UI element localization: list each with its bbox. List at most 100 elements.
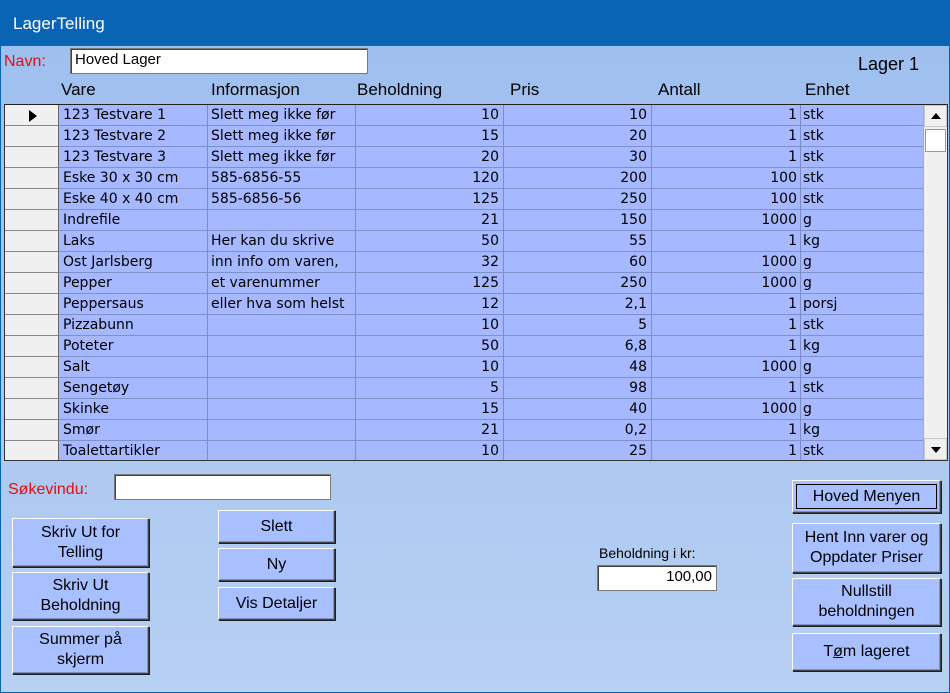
cell-informasjon[interactable]	[208, 378, 356, 399]
cell-beholdning[interactable]: 125	[356, 273, 504, 294]
cell-beholdning[interactable]: 21	[356, 420, 504, 441]
cell-vare[interactable]: Skinke	[60, 399, 208, 420]
cell-antall[interactable]: 1	[652, 420, 801, 441]
cell-pris[interactable]: 98	[504, 378, 652, 399]
cell-enhet[interactable]: stk	[801, 168, 923, 189]
cell-beholdning[interactable]: 5	[356, 378, 504, 399]
table-row[interactable]: 123 Testvare 2 Slett meg ikke før 15 20 1 stk	[5, 126, 923, 147]
sum-on-screen-button[interactable]: Summer på skjerm	[12, 626, 149, 674]
cell-enhet[interactable]: g	[801, 399, 923, 420]
table-row[interactable]: Sengetøy 5 98 1 stk	[5, 378, 923, 399]
show-details-button[interactable]: Vis Detaljer	[218, 587, 335, 620]
row-selector[interactable]	[5, 336, 59, 357]
cell-informasjon[interactable]: Slett meg ikke før	[208, 126, 356, 147]
table-row[interactable]: Skinke 15 40 1000 g	[5, 399, 923, 420]
scroll-down-button[interactable]	[924, 438, 947, 460]
cell-enhet[interactable]: porsj	[801, 294, 923, 315]
cell-beholdning[interactable]: 21	[356, 210, 504, 231]
row-selector[interactable]	[5, 399, 59, 420]
cell-antall[interactable]: 1	[652, 294, 801, 315]
table-row[interactable]: Peppersaus eller hva som helst 12 2,1 1 porsj	[5, 294, 923, 315]
cell-antall[interactable]: 1	[652, 147, 801, 168]
row-selector[interactable]	[5, 420, 59, 441]
cell-enhet[interactable]: stk	[801, 189, 923, 210]
cell-beholdning[interactable]: 50	[356, 336, 504, 357]
new-button[interactable]: Ny	[218, 548, 335, 581]
cell-vare[interactable]: 123 Testvare 1	[60, 105, 208, 126]
cell-vare[interactable]: 123 Testvare 3	[60, 147, 208, 168]
table-row[interactable]: Salt 10 48 1000 g	[5, 357, 923, 378]
cell-informasjon[interactable]	[208, 420, 356, 441]
cell-vare[interactable]: Sengetøy	[60, 378, 208, 399]
cell-vare[interactable]: Pizzabunn	[60, 315, 208, 336]
row-selector[interactable]	[5, 252, 59, 273]
cell-enhet[interactable]: stk	[801, 315, 923, 336]
cell-antall[interactable]: 1	[652, 441, 801, 460]
cell-antall[interactable]: 1	[652, 105, 801, 126]
cell-pris[interactable]: 10	[504, 105, 652, 126]
cell-beholdning[interactable]: 10	[356, 441, 504, 460]
table-row[interactable]: Laks Her kan du skrive 50 55 1 kg	[5, 231, 923, 252]
cell-vare[interactable]: Eske 40 x 40 cm	[60, 189, 208, 210]
row-selector[interactable]	[5, 273, 59, 294]
print-for-count-button[interactable]: Skriv Ut for Telling	[12, 518, 149, 567]
cell-beholdning[interactable]: 15	[356, 126, 504, 147]
cell-pris[interactable]: 60	[504, 252, 652, 273]
cell-beholdning[interactable]: 20	[356, 147, 504, 168]
cell-pris[interactable]: 25	[504, 441, 652, 460]
cell-informasjon[interactable]: 585-6856-56	[208, 189, 356, 210]
cell-pris[interactable]: 40	[504, 399, 652, 420]
cell-pris[interactable]: 48	[504, 357, 652, 378]
cell-vare[interactable]: Smør	[60, 420, 208, 441]
cell-enhet[interactable]: stk	[801, 147, 923, 168]
row-selector[interactable]	[5, 378, 59, 399]
cell-informasjon[interactable]	[208, 210, 356, 231]
table-row[interactable]: Indrefile 21 150 1000 g	[5, 210, 923, 231]
print-stock-button[interactable]: Skriv Ut Beholdning	[12, 572, 149, 620]
reset-stock-button[interactable]: Nullstill beholdningen	[792, 578, 941, 626]
cell-beholdning[interactable]: 120	[356, 168, 504, 189]
table-row[interactable]: 123 Testvare 1 Slett meg ikke før 10 10 1 stk	[5, 105, 923, 126]
cell-vare[interactable]: Indrefile	[60, 210, 208, 231]
name-field[interactable]: Hoved Lager	[70, 48, 368, 74]
cell-vare[interactable]: Ost Jarlsberg	[60, 252, 208, 273]
table-row[interactable]: Eske 40 x 40 cm 585-6856-56 125 250 100 stk	[5, 189, 923, 210]
row-selector[interactable]	[5, 147, 59, 168]
table-row[interactable]: Ost Jarlsberg inn info om varen, 32 60 1000 g	[5, 252, 923, 273]
cell-antall[interactable]: 1	[652, 378, 801, 399]
cell-vare[interactable]: Pepper	[60, 273, 208, 294]
inventory-grid[interactable]: 123 Testvare 1 Slett meg ikke før 10 10 1 stk…	[4, 104, 948, 461]
cell-enhet[interactable]: kg	[801, 336, 923, 357]
cell-antall[interactable]: 1000	[652, 399, 801, 420]
cell-enhet[interactable]: g	[801, 357, 923, 378]
cell-vare[interactable]: Laks	[60, 231, 208, 252]
cell-enhet[interactable]: kg	[801, 420, 923, 441]
main-menu-button[interactable]: Hoved Menyen	[792, 480, 941, 513]
cell-pris[interactable]: 55	[504, 231, 652, 252]
cell-enhet[interactable]: stk	[801, 105, 923, 126]
cell-beholdning[interactable]: 10	[356, 105, 504, 126]
table-row[interactable]: Poteter 50 6,8 1 kg	[5, 336, 923, 357]
table-row[interactable]: Smør 21 0,2 1 kg	[5, 420, 923, 441]
cell-vare[interactable]: Eske 30 x 30 cm	[60, 168, 208, 189]
cell-antall[interactable]: 1000	[652, 252, 801, 273]
cell-antall[interactable]: 1	[652, 315, 801, 336]
cell-pris[interactable]: 250	[504, 273, 652, 294]
cell-antall[interactable]: 1000	[652, 273, 801, 294]
cell-informasjon[interactable]	[208, 336, 356, 357]
cell-vare[interactable]: Toalettartikler	[60, 441, 208, 460]
cell-beholdning[interactable]: 32	[356, 252, 504, 273]
cell-informasjon[interactable]: inn info om varen,	[208, 252, 356, 273]
cell-enhet[interactable]: g	[801, 252, 923, 273]
cell-antall[interactable]: 1	[652, 126, 801, 147]
scroll-up-button[interactable]	[924, 105, 947, 127]
cell-vare[interactable]: Poteter	[60, 336, 208, 357]
row-selector[interactable]	[5, 210, 59, 231]
cell-informasjon[interactable]	[208, 357, 356, 378]
table-row[interactable]: 123 Testvare 3 Slett meg ikke før 20 30 1 stk	[5, 147, 923, 168]
import-update-prices-button[interactable]: Hent Inn varer og Oppdater Priser	[792, 523, 941, 573]
cell-informasjon[interactable]: Slett meg ikke før	[208, 105, 356, 126]
cell-informasjon[interactable]: 585-6856-55	[208, 168, 356, 189]
cell-antall[interactable]: 100	[652, 189, 801, 210]
cell-antall[interactable]: 1	[652, 336, 801, 357]
